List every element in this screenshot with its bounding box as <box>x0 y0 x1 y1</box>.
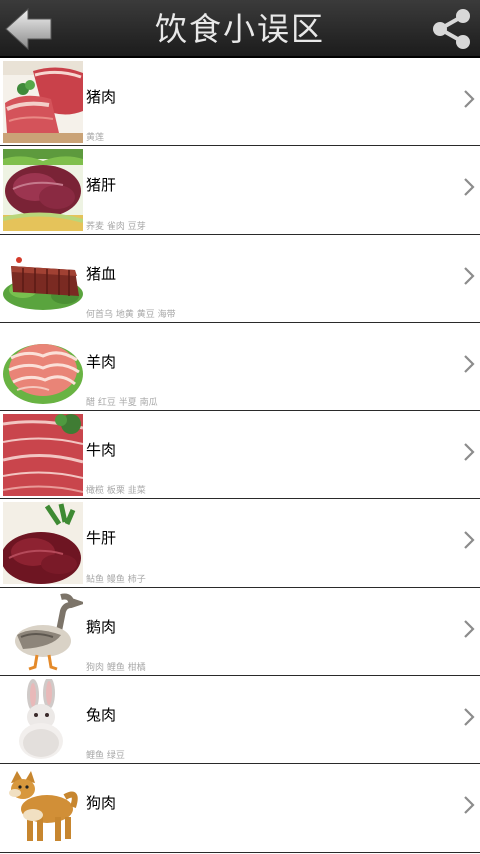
dog-thumbnail <box>3 767 83 850</box>
mutton-thumbnail <box>3 325 83 408</box>
top-bar: 饮食小误区 <box>0 0 480 58</box>
list-item-beef[interactable]: 牛肉 橄榄 板栗 韭菜 <box>0 411 480 500</box>
item-avoid-list: 橄榄 板栗 韭菜 <box>86 486 146 497</box>
item-name: 牛肉 <box>86 441 117 460</box>
chevron-right-icon <box>464 266 475 285</box>
list-item-beef-liver[interactable]: 牛肝 鲇鱼 鳗鱼 柿子 <box>0 499 480 588</box>
chevron-right-icon <box>464 178 475 197</box>
item-avoid-list: 狗肉 鲤鱼 柑橘 <box>86 663 146 674</box>
item-name: 狗肉 <box>86 794 117 813</box>
item-name: 猪肝 <box>86 176 117 195</box>
goose-thumbnail <box>3 590 83 673</box>
item-name: 羊肉 <box>86 352 117 371</box>
item-name: 猪肉 <box>86 88 117 106</box>
page-title: 饮食小误区 <box>154 10 325 48</box>
item-name: 鹅肉 <box>86 617 117 636</box>
chevron-right-icon <box>464 443 475 461</box>
pork-thumbnail <box>3 61 83 143</box>
list-item-mutton[interactable]: 羊肉 醋 红豆 半夏 南瓜 <box>0 322 480 412</box>
item-avoid-list: 鲇鱼 鳗鱼 柿子 <box>86 574 146 585</box>
chevron-right-icon <box>464 796 475 815</box>
beef-thumbnail <box>3 414 83 497</box>
chevron-right-icon <box>464 708 475 726</box>
chevron-right-icon <box>464 531 475 550</box>
rabbit-thumbnail <box>3 679 83 762</box>
share-button[interactable] <box>430 7 474 51</box>
list-item-pork[interactable]: 猪肉 黄莲 <box>0 58 480 147</box>
item-avoid-list: 何首乌 地黄 黄豆 海带 <box>86 309 176 320</box>
list-item-pig-blood[interactable]: 猪血 何首乌 地黄 黄豆 海带 <box>0 234 480 323</box>
chevron-right-icon <box>464 620 475 638</box>
item-avoid-list: 醋 红豆 半夏 南瓜 <box>86 398 158 409</box>
list-item-pork-liver[interactable]: 猪肝 荞麦 雀肉 豆芽 <box>0 146 480 235</box>
item-avoid-list: 鲤鱼 绿豆 <box>86 751 125 762</box>
list-item-dog-meat[interactable]: 狗肉 <box>0 764 480 853</box>
list-item-goose[interactable]: 鹅肉 狗肉 鲤鱼 柑橘 <box>0 587 480 677</box>
chevron-right-icon <box>464 90 475 108</box>
item-avoid-list: 黄莲 <box>86 133 105 144</box>
pig-blood-thumbnail <box>3 237 83 320</box>
beef-liver-thumbnail <box>3 502 83 585</box>
chevron-right-icon <box>464 355 475 373</box>
list-item-rabbit[interactable]: 兔肉 鲤鱼 绿豆 <box>0 676 480 765</box>
item-avoid-list: 荞麦 雀肉 豆芽 <box>86 221 146 232</box>
pork-liver-thumbnail <box>3 149 83 232</box>
food-list: 猪肉 黄莲 猪肝 荞麦 雀肉 豆芽 猪血 何首乌 地黄 黄豆 海带 羊肉 醋 红… <box>0 58 480 854</box>
item-name: 兔肉 <box>86 706 117 725</box>
share-icon <box>433 9 470 49</box>
item-name: 猪血 <box>86 264 117 283</box>
item-name: 牛肝 <box>86 529 117 548</box>
